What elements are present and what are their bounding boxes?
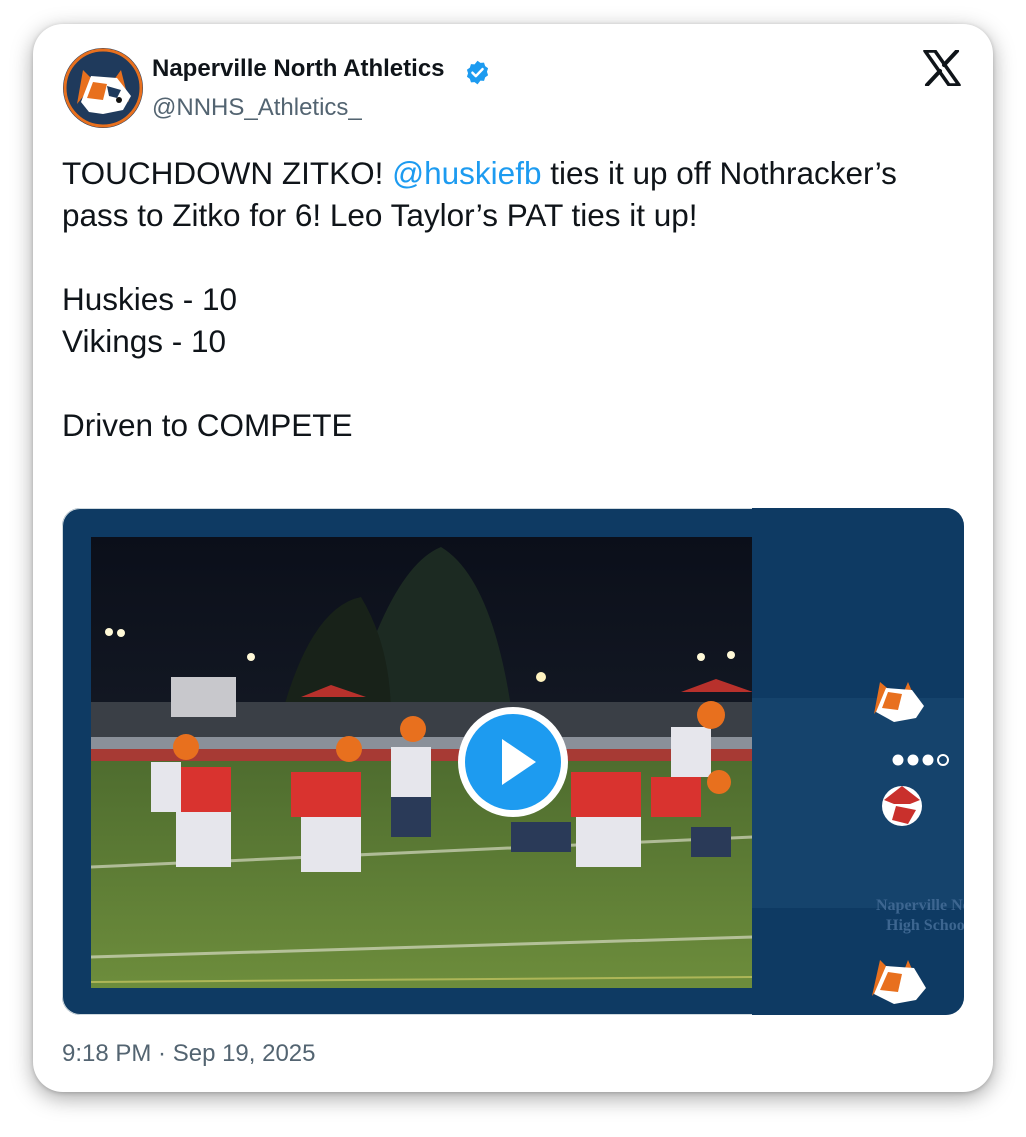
team-graphics-panel: Naperville North High School <box>752 508 964 1015</box>
timestamp[interactable]: 9:18 PM · Sep 19, 2025 <box>62 1040 316 1068</box>
viking-mascot-icon <box>882 786 922 826</box>
x-logo-icon[interactable] <box>923 50 961 86</box>
slogan: Driven to COMPETE <box>62 407 353 443</box>
play-icon[interactable] <box>454 703 572 821</box>
tweet-text: TOUCHDOWN ZITKO! @huskiefb ties it up of… <box>62 152 942 446</box>
tweet-card: Naperville North Athletics @NNHS_Athleti… <box>33 24 993 1092</box>
verified-badge-icon <box>466 60 489 85</box>
svg-text:Naperville North: Naperville North <box>876 897 964 914</box>
score-home: Huskies - 10 <box>62 281 238 317</box>
mention-link[interactable]: @huskiefb <box>392 155 541 191</box>
avatar[interactable] <box>63 48 143 128</box>
video-player[interactable]: Naperville North High School <box>62 508 964 1015</box>
author-handle[interactable]: @NNHS_Athletics_ <box>152 94 362 122</box>
author-name[interactable]: Naperville North Athletics <box>152 55 445 83</box>
tweet-paragraph: TOUCHDOWN ZITKO! @huskiefb ties it up of… <box>62 155 897 233</box>
svg-text:High School: High School <box>886 917 964 934</box>
husky-mascot-icon <box>63 48 143 128</box>
video-thumbnail <box>91 537 753 988</box>
score-away: Vikings - 10 <box>62 323 227 359</box>
